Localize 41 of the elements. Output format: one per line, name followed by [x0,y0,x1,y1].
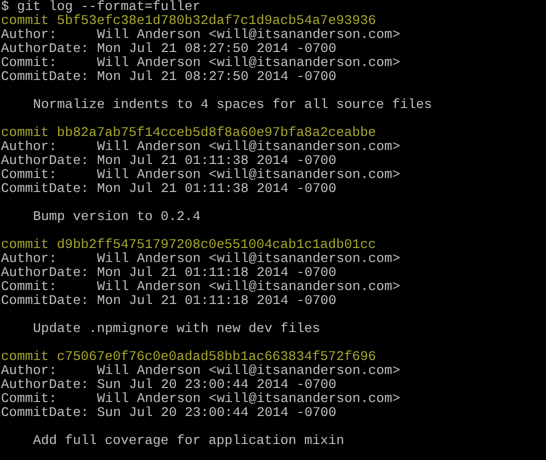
field-label: CommitDate: [1,70,90,84]
field-value: Will Anderson <will@itsananderson.com> [97,392,400,406]
field-label: CommitDate: [1,182,90,196]
field-label: Author: [1,28,58,42]
field-label: Author: [1,364,58,378]
field-value: Will Anderson <will@itsananderson.com> [97,168,400,182]
field-value: Mon Jul 21 08:27:50 2014 -0700 [97,42,336,56]
field-value: Will Anderson <will@itsananderson.com> [97,56,400,70]
commit-message: Update .npmignore with new dev files [33,322,320,336]
field-label: CommitDate: [1,406,90,420]
field-label: Commit: [1,392,58,406]
field-label: Commit: [1,56,58,70]
field-label: AuthorDate: [1,378,90,392]
commit-hash: commit 5bf53efc38e1d780b32daf7c1d9acb54a7e93936 [1,14,376,28]
field-value: Will Anderson <will@itsananderson.com> [97,252,400,266]
field-value: Will Anderson <will@itsananderson.com> [97,28,400,42]
field-value: Sun Jul 20 23:00:44 2014 -0700 [97,378,336,392]
field-value: Will Anderson <will@itsananderson.com> [97,140,400,154]
command-prompt: $ git log --format=fuller [1,0,200,14]
field-label: AuthorDate: [1,266,90,280]
field-value: Mon Jul 21 01:11:18 2014 -0700 [97,266,336,280]
field-label: Author: [1,140,58,154]
commit-hash: commit bb82a7ab75f14cceb5d8f8a60e97bfa8a2ceabbe [1,126,376,140]
field-value: Mon Jul 21 08:27:50 2014 -0700 [97,70,336,84]
field-value: Will Anderson <will@itsananderson.com> [97,280,400,294]
commit-message: Normalize indents to 4 spaces for all source files [33,98,432,112]
commit-hash: commit d9bb2ff54751797208c0e551004cab1c1adb01cc [1,238,376,252]
field-value: Sun Jul 20 23:00:44 2014 -0700 [97,406,336,420]
field-value: Mon Jul 21 01:11:38 2014 -0700 [97,154,336,168]
field-label: Commit: [1,168,58,182]
field-value: Mon Jul 21 01:11:38 2014 -0700 [97,182,336,196]
commit-message: Bump version to 0.2.4 [33,210,201,224]
field-label: Commit: [1,280,58,294]
field-label: AuthorDate: [1,154,90,168]
commit-hash: commit c75067e0f76c0e0adad58bb1ac663834f572f696 [1,350,376,364]
field-value: Mon Jul 21 01:11:18 2014 -0700 [97,294,336,308]
field-value: Will Anderson <will@itsananderson.com> [97,364,400,378]
field-label: AuthorDate: [1,42,90,56]
field-label: Author: [1,252,58,266]
field-label: CommitDate: [1,294,90,308]
commit-message: Add full coverage for application mixin [33,434,344,448]
